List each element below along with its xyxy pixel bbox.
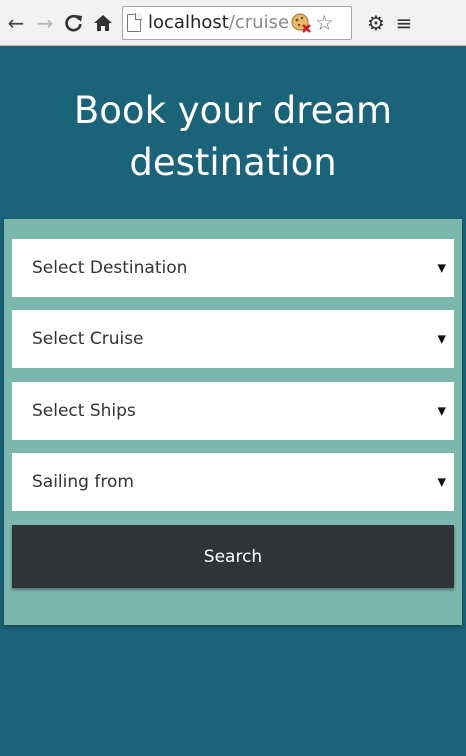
dropdown-arrow-icon: ▼ bbox=[437, 332, 446, 346]
address-bar[interactable]: localhost/cruise ☆ bbox=[122, 5, 352, 40]
bookmark-star-icon[interactable]: ☆ bbox=[315, 11, 334, 35]
menu-icon[interactable]: ≡ bbox=[390, 7, 418, 39]
reload-icon[interactable] bbox=[61, 7, 87, 39]
ships-select[interactable]: Select Ships ▼ bbox=[12, 382, 454, 440]
cruise-select-label: Select Cruise bbox=[32, 329, 144, 349]
ships-select-label: Select Ships bbox=[32, 401, 136, 421]
page-icon bbox=[127, 12, 142, 32]
sailing-from-select-label: Sailing from bbox=[32, 472, 134, 492]
settings-gear-icon[interactable]: ⚙ bbox=[362, 7, 390, 39]
destination-select-label: Select Destination bbox=[32, 258, 188, 278]
sailing-from-select[interactable]: Sailing from ▼ bbox=[12, 453, 454, 511]
back-arrow-icon[interactable]: ← bbox=[3, 7, 29, 39]
cookie-blocked-icon[interactable] bbox=[291, 13, 311, 33]
url-host: localhost bbox=[148, 12, 229, 33]
booking-form-panel: Select Destination ▼ Select Cruise ▼ Sel… bbox=[4, 219, 462, 625]
cruise-select[interactable]: Select Cruise ▼ bbox=[12, 310, 454, 368]
forward-arrow-icon[interactable]: → bbox=[32, 7, 58, 39]
home-icon[interactable] bbox=[90, 7, 116, 39]
search-button[interactable]: Search bbox=[12, 525, 454, 588]
url-path: /cruise bbox=[228, 12, 290, 33]
browser-toolbar: ← → localhost/cruise ☆ ⚙ ≡ bbox=[0, 0, 466, 46]
dropdown-arrow-icon: ▼ bbox=[437, 261, 446, 275]
destination-select[interactable]: Select Destination ▼ bbox=[12, 239, 454, 297]
page-title: Book your dream destination bbox=[73, 89, 393, 184]
dropdown-arrow-icon: ▼ bbox=[437, 404, 446, 418]
url-text: localhost/cruise bbox=[148, 12, 289, 33]
dropdown-arrow-icon: ▼ bbox=[437, 475, 446, 489]
